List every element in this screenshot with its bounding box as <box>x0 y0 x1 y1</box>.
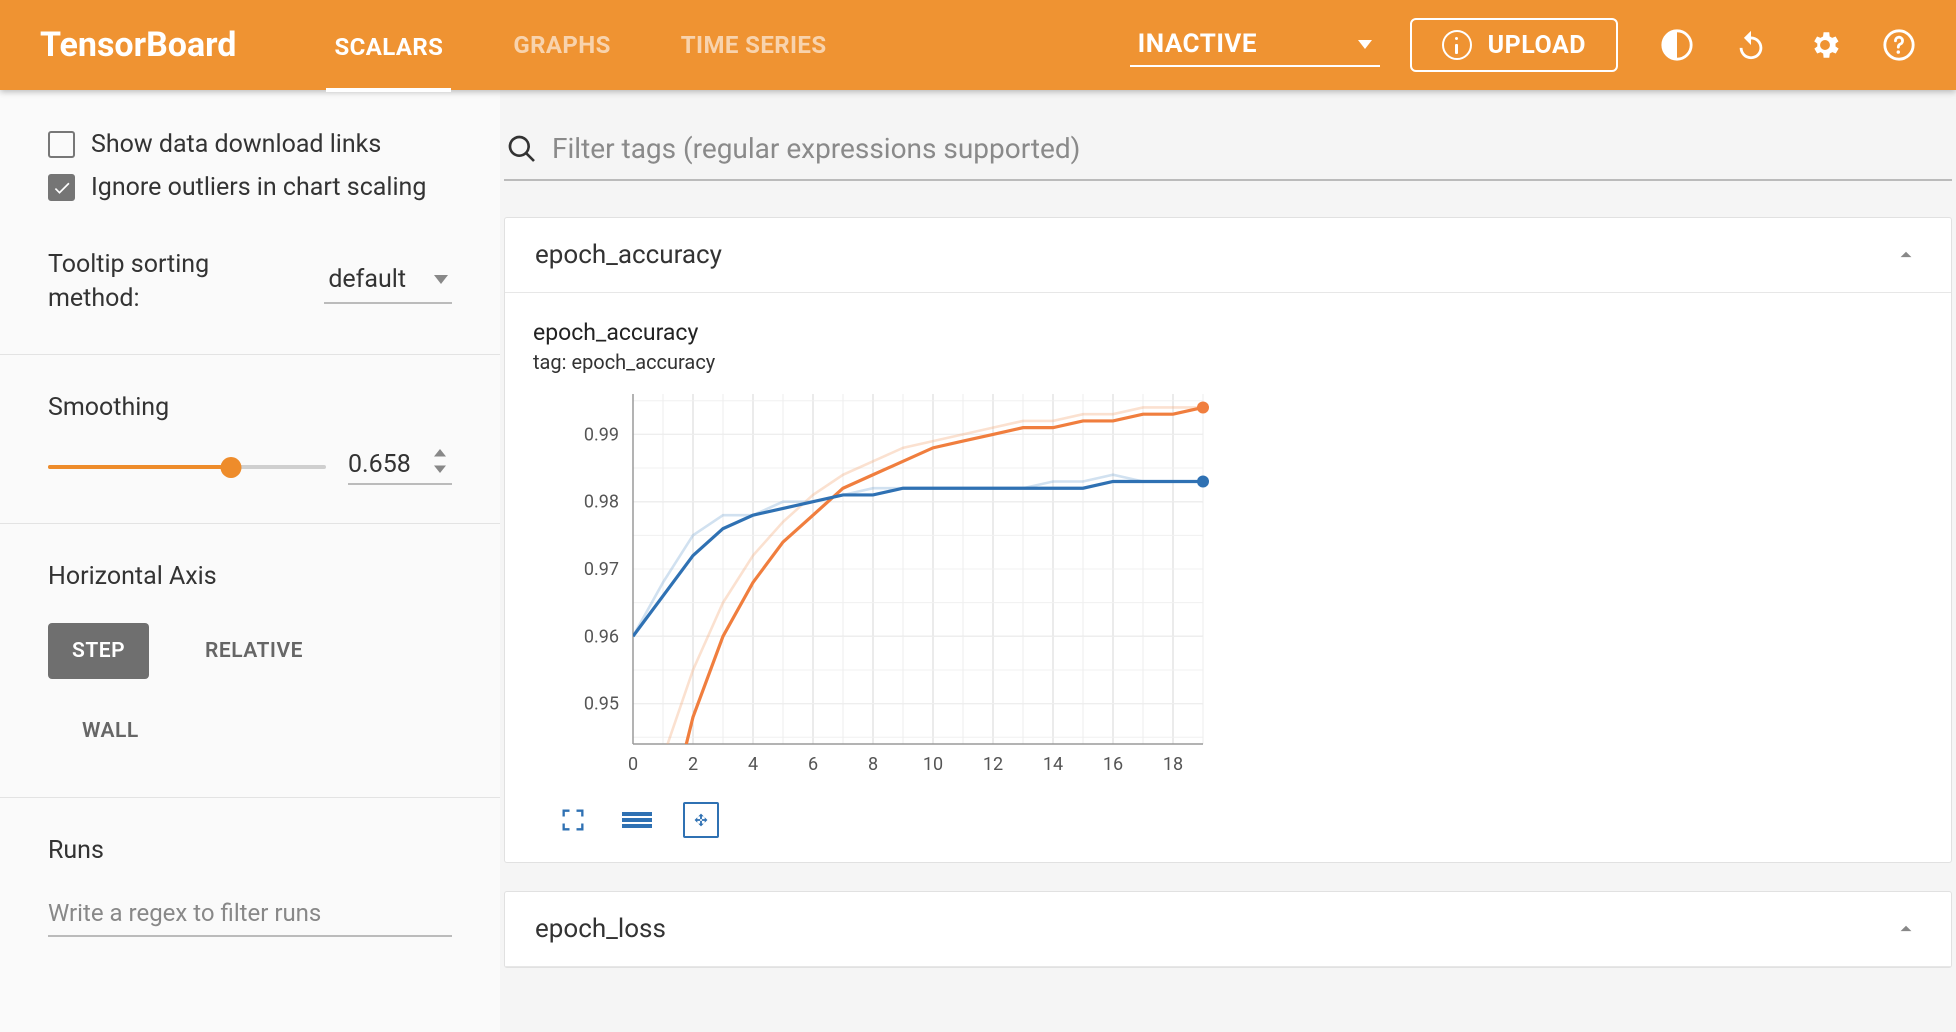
upload-button[interactable]: UPLOAD <box>1410 18 1618 72</box>
svg-text:6: 6 <box>808 754 818 775</box>
svg-text:0: 0 <box>628 754 638 775</box>
caret-down-icon <box>434 275 448 284</box>
axis-option-step[interactable]: STEP <box>48 623 149 679</box>
axis-option-relative[interactable]: RELATIVE <box>181 623 327 679</box>
chart-tag: tag: epoch_accuracy <box>533 350 1927 374</box>
runs-filter-input[interactable] <box>48 893 452 937</box>
tooltip-sort-label: Tooltip sorting method: <box>48 248 278 316</box>
horizontal-axis-label: Horizontal Axis <box>48 562 452 591</box>
ignore-outliers-label: Ignore outliers in chart scaling <box>91 173 426 202</box>
scalar-chart[interactable]: 0 2 4 6 8 10 12 14 16 18 0.95 0.96 0.97 0.98 0.99 <box>533 384 1223 784</box>
caret-down-icon <box>1358 40 1372 49</box>
show-download-links-checkbox[interactable] <box>48 131 75 158</box>
svg-text:14: 14 <box>1043 754 1063 775</box>
help-icon[interactable] <box>1882 28 1916 62</box>
smoothing-label: Smoothing <box>48 393 452 422</box>
toggle-log-button[interactable] <box>619 802 655 838</box>
inactive-dropdown-label: INACTIVE <box>1138 29 1257 59</box>
tag-filter-input[interactable] <box>552 132 1950 165</box>
svg-text:4: 4 <box>748 754 758 775</box>
svg-text:0.96: 0.96 <box>584 626 619 647</box>
upload-button-label: UPLOAD <box>1488 31 1586 60</box>
chart-title: epoch_accuracy <box>533 319 1927 346</box>
expand-chart-button[interactable] <box>555 802 591 838</box>
search-icon <box>506 133 538 165</box>
svg-text:8: 8 <box>868 754 878 775</box>
ignore-outliers-checkbox[interactable] <box>48 174 75 201</box>
svg-text:18: 18 <box>1163 754 1183 775</box>
app-logo: TensorBoard <box>40 25 236 65</box>
svg-text:16: 16 <box>1103 754 1123 775</box>
tab-time-series[interactable]: TIME SERIES <box>673 0 835 90</box>
svg-text:12: 12 <box>983 754 1003 775</box>
refresh-icon[interactable] <box>1734 28 1768 62</box>
runs-label: Runs <box>48 836 452 865</box>
svg-text:0.98: 0.98 <box>584 492 619 513</box>
panel-title: epoch_loss <box>535 914 666 944</box>
panel-title: epoch_accuracy <box>535 240 722 270</box>
tooltip-sort-select[interactable]: default <box>324 259 452 304</box>
svg-text:10: 10 <box>923 754 943 775</box>
svg-text:0.95: 0.95 <box>584 694 619 715</box>
inactive-dropdown[interactable]: INACTIVE <box>1130 23 1380 67</box>
svg-text:0.97: 0.97 <box>584 559 619 580</box>
theme-toggle-icon[interactable] <box>1660 28 1694 62</box>
svg-text:2: 2 <box>688 754 698 775</box>
tab-scalars[interactable]: SCALARS <box>326 2 451 92</box>
panel-header-loss[interactable]: epoch_loss <box>505 892 1951 967</box>
tab-graphs[interactable]: GRAPHS <box>505 0 618 90</box>
svg-text:0.99: 0.99 <box>584 424 619 445</box>
axis-option-wall[interactable]: WALL <box>58 703 163 759</box>
reset-zoom-button[interactable] <box>683 802 719 838</box>
info-icon <box>1442 30 1472 60</box>
tooltip-sort-value: default <box>328 265 406 294</box>
smoothing-slider[interactable] <box>48 457 326 477</box>
smoothing-value-input[interactable] <box>348 450 452 485</box>
settings-icon[interactable] <box>1808 28 1842 62</box>
panel-header-accuracy[interactable]: epoch_accuracy <box>505 218 1951 293</box>
chevron-up-icon <box>1893 242 1919 268</box>
chevron-up-icon <box>1893 916 1919 942</box>
show-download-links-label: Show data download links <box>91 130 381 159</box>
